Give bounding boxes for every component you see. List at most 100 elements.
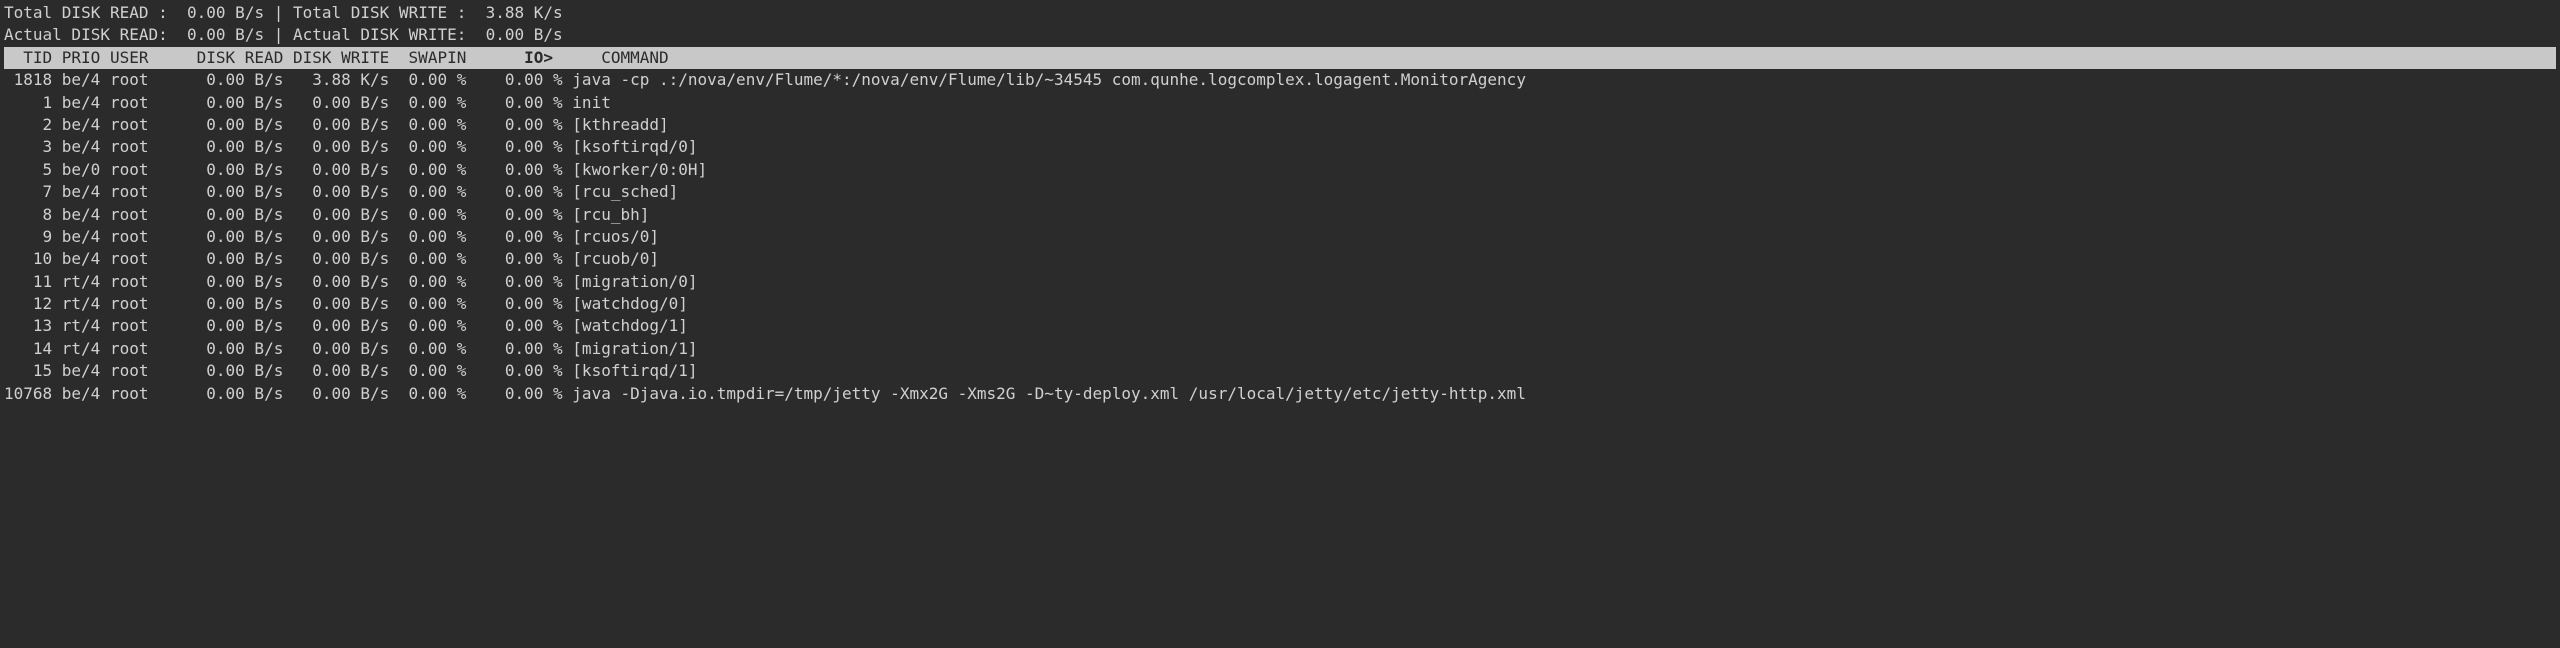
process-row[interactable]: 11rt/4root0.00 B/s0.00 B/s0.00 %0.00 %[m… (4, 271, 2556, 293)
cell-prio: be/0 (52, 159, 100, 181)
cell-user: root (100, 114, 148, 136)
cell-swapin: 0.00 % (389, 159, 466, 181)
header-tid[interactable]: TID (4, 47, 52, 69)
cell-io: 0.00 % (466, 69, 562, 91)
cell-command: [ksoftirqd/0] (563, 136, 2556, 158)
header-prio[interactable]: PRIO (52, 47, 100, 69)
column-header-row[interactable]: TID PRIO USER DISK READ DISK WRITE SWAPI… (4, 47, 2556, 69)
cell-disk-read: 0.00 B/s (148, 181, 283, 203)
cell-swapin: 0.00 % (389, 383, 466, 405)
header-user[interactable]: USER (100, 47, 148, 69)
process-row[interactable]: 10be/4root0.00 B/s0.00 B/s0.00 %0.00 %[r… (4, 248, 2556, 270)
cell-io: 0.00 % (466, 181, 562, 203)
cell-swapin: 0.00 % (389, 360, 466, 382)
process-row[interactable]: 10768be/4root0.00 B/s0.00 B/s0.00 %0.00 … (4, 383, 2556, 405)
cell-user: root (100, 293, 148, 315)
cell-prio: be/4 (52, 136, 100, 158)
cell-disk-read: 0.00 B/s (148, 92, 283, 114)
cell-disk-write: 0.00 B/s (283, 293, 389, 315)
process-row[interactable]: 1818be/4root0.00 B/s3.88 K/s0.00 %0.00 %… (4, 69, 2556, 91)
cell-tid: 7 (4, 181, 52, 203)
cell-disk-write: 0.00 B/s (283, 92, 389, 114)
cell-command: [watchdog/0] (563, 293, 2556, 315)
cell-swapin: 0.00 % (389, 204, 466, 226)
cell-tid: 10768 (4, 383, 52, 405)
process-row[interactable]: 3be/4root0.00 B/s0.00 B/s0.00 %0.00 %[ks… (4, 136, 2556, 158)
cell-disk-write: 0.00 B/s (283, 248, 389, 270)
cell-user: root (100, 92, 148, 114)
cell-disk-write: 0.00 B/s (283, 360, 389, 382)
cell-user: root (100, 159, 148, 181)
total-read-value: 0.00 B/s (177, 2, 264, 24)
cell-command: [rcuos/0] (563, 226, 2556, 248)
cell-tid: 1818 (4, 69, 52, 91)
process-row[interactable]: 5be/0root0.00 B/s0.00 B/s0.00 %0.00 %[kw… (4, 159, 2556, 181)
process-row[interactable]: 12rt/4root0.00 B/s0.00 B/s0.00 %0.00 %[w… (4, 293, 2556, 315)
cell-swapin: 0.00 % (389, 92, 466, 114)
cell-disk-read: 0.00 B/s (148, 248, 283, 270)
cell-disk-read: 0.00 B/s (148, 293, 283, 315)
cell-tid: 11 (4, 271, 52, 293)
cell-disk-read: 0.00 B/s (148, 383, 283, 405)
cell-command: init (563, 92, 2556, 114)
cell-disk-write: 0.00 B/s (283, 114, 389, 136)
cell-user: root (100, 204, 148, 226)
cell-disk-read: 0.00 B/s (148, 338, 283, 360)
cell-command: [rcuob/0] (563, 248, 2556, 270)
process-row[interactable]: 13rt/4root0.00 B/s0.00 B/s0.00 %0.00 %[w… (4, 315, 2556, 337)
cell-command: [kworker/0:0H] (563, 159, 2556, 181)
cell-disk-write: 0.00 B/s (283, 226, 389, 248)
cell-prio: be/4 (52, 360, 100, 382)
cell-disk-write: 0.00 B/s (283, 204, 389, 226)
process-row[interactable]: 7be/4root0.00 B/s0.00 B/s0.00 %0.00 %[rc… (4, 181, 2556, 203)
cell-prio: be/4 (52, 181, 100, 203)
cell-user: root (100, 383, 148, 405)
cell-command: [rcu_bh] (563, 204, 2556, 226)
header-swapin[interactable]: SWAPIN (389, 47, 466, 69)
actual-write-value: 0.00 B/s (476, 24, 563, 46)
process-list: 1818be/4root0.00 B/s3.88 K/s0.00 %0.00 %… (4, 69, 2556, 405)
process-row[interactable]: 1be/4root0.00 B/s0.00 B/s0.00 %0.00 %ini… (4, 92, 2556, 114)
header-command[interactable]: COMMAND (563, 47, 2556, 69)
cell-user: root (100, 181, 148, 203)
cell-user: root (100, 226, 148, 248)
cell-io: 0.00 % (466, 271, 562, 293)
process-row[interactable]: 2be/4root0.00 B/s0.00 B/s0.00 %0.00 %[kt… (4, 114, 2556, 136)
cell-tid: 2 (4, 114, 52, 136)
cell-tid: 1 (4, 92, 52, 114)
cell-user: root (100, 69, 148, 91)
total-write-label: Total DISK WRITE : (293, 2, 476, 24)
cell-command: [watchdog/1] (563, 315, 2556, 337)
cell-disk-write: 0.00 B/s (283, 383, 389, 405)
cell-io: 0.00 % (466, 338, 562, 360)
cell-swapin: 0.00 % (389, 338, 466, 360)
cell-prio: rt/4 (52, 315, 100, 337)
header-disk-read[interactable]: DISK READ (148, 47, 283, 69)
cell-io: 0.00 % (466, 136, 562, 158)
process-row[interactable]: 9be/4root0.00 B/s0.00 B/s0.00 %0.00 %[rc… (4, 226, 2556, 248)
cell-disk-write: 0.00 B/s (283, 271, 389, 293)
process-row[interactable]: 15be/4root0.00 B/s0.00 B/s0.00 %0.00 %[k… (4, 360, 2556, 382)
cell-disk-read: 0.00 B/s (148, 204, 283, 226)
summary-total-line: Total DISK READ : 0.00 B/s | Total DISK … (4, 2, 2556, 24)
cell-prio: be/4 (52, 69, 100, 91)
cell-disk-write: 0.00 B/s (283, 315, 389, 337)
cell-io: 0.00 % (466, 360, 562, 382)
cell-disk-read: 0.00 B/s (148, 159, 283, 181)
cell-tid: 8 (4, 204, 52, 226)
cell-tid: 15 (4, 360, 52, 382)
cell-prio: be/4 (52, 114, 100, 136)
cell-tid: 12 (4, 293, 52, 315)
header-disk-write[interactable]: DISK WRITE (283, 47, 389, 69)
cell-swapin: 0.00 % (389, 226, 466, 248)
process-row[interactable]: 8be/4root0.00 B/s0.00 B/s0.00 %0.00 %[rc… (4, 204, 2556, 226)
header-io-sort[interactable]: IO> (466, 47, 562, 69)
cell-command: [migration/1] (563, 338, 2556, 360)
cell-io: 0.00 % (466, 159, 562, 181)
cell-io: 0.00 % (466, 383, 562, 405)
cell-command: [migration/0] (563, 271, 2556, 293)
process-row[interactable]: 14rt/4root0.00 B/s0.00 B/s0.00 %0.00 %[m… (4, 338, 2556, 360)
cell-prio: rt/4 (52, 338, 100, 360)
total-write-value: 3.88 K/s (476, 2, 563, 24)
cell-tid: 3 (4, 136, 52, 158)
